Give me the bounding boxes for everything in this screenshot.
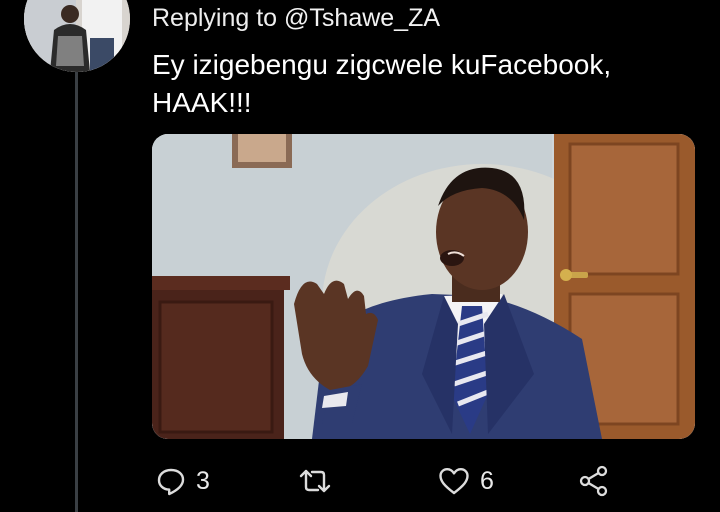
tweet-actions-bar: 3 6 (152, 458, 712, 504)
tweet-media-image[interactable] (152, 134, 695, 439)
replying-prefix: Replying to (152, 4, 285, 32)
reply-count: 3 (196, 466, 210, 495)
replying-to-text: Replying to @Tshawe_ZA (152, 4, 440, 33)
tweet-text: Ey izigebengu zigcwele kuFacebook, HAAK!… (152, 46, 692, 122)
tweet-text-line-1: Ey izigebengu zigcwele kuFacebook, (152, 49, 612, 80)
like-button[interactable]: 6 (438, 458, 494, 504)
tweet-text-line-2: HAAK!!! (152, 87, 252, 118)
thread-line (75, 72, 78, 512)
reply-icon (156, 466, 186, 496)
heart-icon (438, 466, 470, 496)
like-count: 6 (480, 466, 494, 495)
retweet-button[interactable] (298, 458, 342, 504)
reply-handle-link[interactable]: @Tshawe_ZA (284, 4, 440, 32)
avatar[interactable] (24, 0, 130, 72)
share-button[interactable] (578, 458, 610, 504)
share-icon (578, 465, 610, 497)
retweet-icon (298, 466, 332, 496)
reply-button[interactable]: 3 (156, 458, 210, 504)
